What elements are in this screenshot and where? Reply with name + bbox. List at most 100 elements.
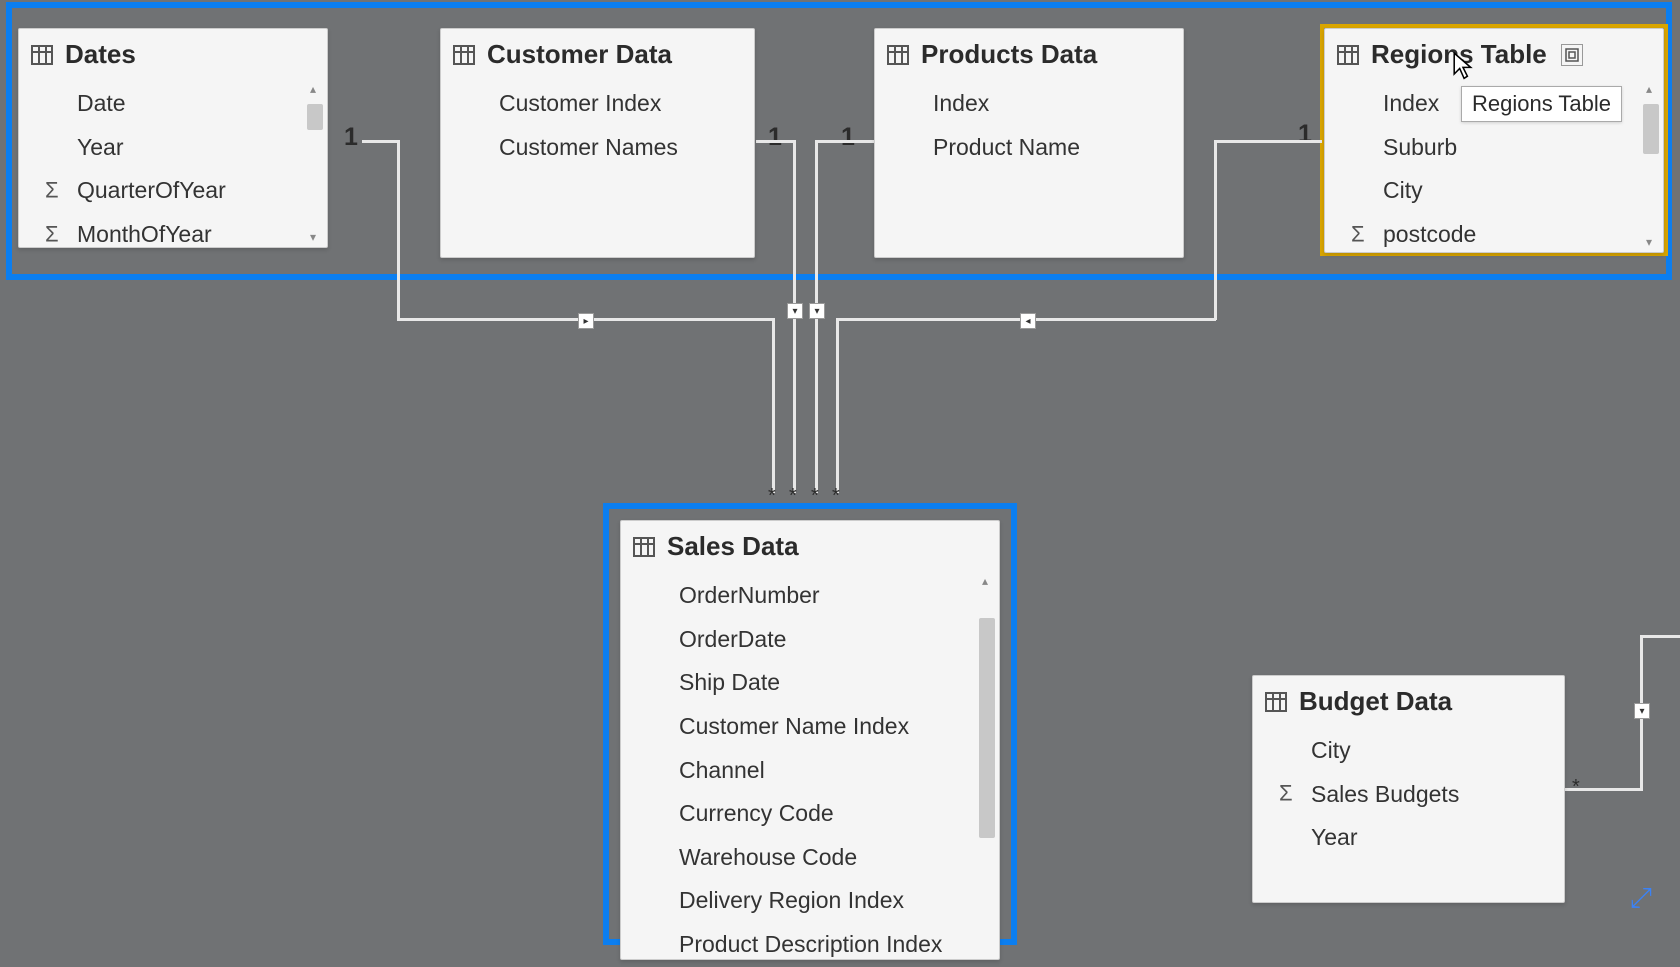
field-label: Date xyxy=(77,86,126,122)
table-icon xyxy=(887,45,909,65)
table-title: Customer Data xyxy=(487,39,672,70)
table-title: Budget Data xyxy=(1299,686,1452,717)
field-row[interactable]: OrderDate xyxy=(621,618,999,662)
field-label: Channel xyxy=(679,753,765,789)
table-header[interactable]: Regions Table xyxy=(1325,29,1663,78)
table-icon xyxy=(1337,45,1359,65)
field-label: Customer Names xyxy=(499,130,678,166)
field-row[interactable]: Date xyxy=(19,82,327,126)
table-icon xyxy=(453,45,475,65)
tooltip: Regions Table xyxy=(1461,86,1622,122)
field-row[interactable]: OrderNumber xyxy=(621,574,999,618)
field-label: postcode xyxy=(1383,217,1476,253)
table-products-data[interactable]: Products Data Index Product Name xyxy=(874,28,1184,258)
field-row[interactable]: Year xyxy=(1253,816,1564,860)
field-row[interactable]: Σ Sales Budgets xyxy=(1253,773,1564,817)
field-list: City Σ Sales Budgets Year xyxy=(1253,725,1564,870)
relationship-line xyxy=(397,140,400,320)
sigma-icon: Σ xyxy=(45,173,59,207)
field-label: Index xyxy=(1383,86,1439,122)
cardinality-many: * xyxy=(811,486,819,506)
field-row[interactable]: Product Name xyxy=(875,126,1183,170)
field-label: Delivery Region Index xyxy=(679,883,904,919)
field-label: Currency Code xyxy=(679,796,834,832)
field-row[interactable]: Index xyxy=(875,82,1183,126)
field-label: City xyxy=(1311,733,1351,769)
expand-button[interactable] xyxy=(1561,44,1583,66)
field-row[interactable]: Delivery Region Index xyxy=(621,879,999,923)
table-title: Sales Data xyxy=(667,531,799,562)
sigma-icon: Σ xyxy=(1351,217,1365,251)
relationship-line xyxy=(1640,635,1680,638)
cardinality-one: 1 xyxy=(841,123,855,152)
table-header[interactable]: Products Data xyxy=(875,29,1183,78)
table-header[interactable]: Sales Data xyxy=(621,521,999,570)
cardinality-many: * xyxy=(1572,777,1580,797)
field-list: Customer Index Customer Names xyxy=(441,78,754,179)
cardinality-one: 1 xyxy=(1298,120,1312,149)
cardinality-many: * xyxy=(832,486,840,506)
table-header[interactable]: Dates xyxy=(19,29,327,78)
table-header[interactable]: Budget Data xyxy=(1253,676,1564,725)
field-row[interactable]: Customer Index xyxy=(441,82,754,126)
field-row[interactable]: Σ QuarterOfYear xyxy=(19,169,327,213)
field-row[interactable]: Currency Code xyxy=(621,792,999,836)
cardinality-one: 1 xyxy=(344,123,358,152)
field-row[interactable]: Σpostcode xyxy=(1325,213,1663,257)
relationship-line xyxy=(1214,140,1322,143)
field-row[interactable]: City xyxy=(1253,729,1564,773)
cursor-icon xyxy=(1452,52,1474,80)
field-row[interactable]: Customer Names xyxy=(441,126,754,170)
cardinality-one: 1 xyxy=(768,123,782,152)
table-header[interactable]: Customer Data xyxy=(441,29,754,78)
sigma-icon: Σ xyxy=(45,217,59,251)
field-row[interactable]: Ship Date xyxy=(621,661,999,705)
field-label: Year xyxy=(1311,820,1357,856)
field-label: Sales Budgets xyxy=(1311,777,1459,813)
field-label: Ship Date xyxy=(679,665,780,701)
relationship-line xyxy=(362,140,400,143)
table-title: Products Data xyxy=(921,39,1097,70)
table-customer-data[interactable]: Customer Data Customer Index Customer Na… xyxy=(440,28,755,258)
field-label: MonthOfYear xyxy=(77,217,212,253)
cardinality-many: * xyxy=(768,486,776,506)
table-title: Dates xyxy=(65,39,136,70)
field-label: Year xyxy=(77,130,123,166)
table-sales-data[interactable]: Sales Data ▴ OrderNumber OrderDate Ship … xyxy=(620,520,1000,960)
relationship-line xyxy=(1214,140,1217,320)
relationship-line xyxy=(818,140,874,143)
table-dates[interactable]: Dates ▴ ▾ Date Year ΣQuarterOfYear ΣMont… xyxy=(18,28,328,248)
table-icon xyxy=(1265,692,1287,712)
cardinality-many: * xyxy=(789,486,797,506)
fit-to-screen-icon[interactable]: ⤢ xyxy=(1630,882,1652,915)
field-row[interactable]: Σ MonthOfYear xyxy=(19,213,327,257)
field-row[interactable]: Year xyxy=(19,126,327,170)
field-label: Suburb xyxy=(1383,130,1457,166)
sigma-icon: Σ xyxy=(1279,777,1293,811)
table-budget-data[interactable]: Budget Data City Σ Sales Budgets Year xyxy=(1252,675,1565,903)
field-label: QuarterOfYear xyxy=(77,173,226,209)
field-list: Index Product Name xyxy=(875,78,1183,179)
relationship-direction: ▾ xyxy=(787,303,803,319)
relationship-direction: ▾ xyxy=(1634,703,1650,719)
field-label: Customer Name Index xyxy=(679,709,909,745)
field-label: Warehouse Code xyxy=(679,840,857,876)
field-row[interactable]: Warehouse Code xyxy=(621,836,999,880)
field-row[interactable]: Channel xyxy=(621,749,999,793)
table-regions[interactable]: Regions Table ▴ ▾ Index Suburb City Σpos… xyxy=(1324,28,1664,253)
table-icon xyxy=(633,537,655,557)
relationship-line xyxy=(836,318,839,493)
field-row[interactable]: City xyxy=(1325,169,1663,213)
field-row[interactable]: Suburb xyxy=(1325,126,1663,170)
field-label: OrderNumber xyxy=(679,578,820,614)
relationship-direction: ▸ xyxy=(578,313,594,329)
field-row[interactable]: Customer Name Index xyxy=(621,705,999,749)
field-label: OrderDate xyxy=(679,622,786,658)
relationship-line xyxy=(756,140,796,143)
field-list: ▴ OrderNumber OrderDate Ship Date Custom… xyxy=(621,570,999,962)
field-label: City xyxy=(1383,173,1423,209)
relationship-direction: ▾ xyxy=(809,303,825,319)
field-label: Product Name xyxy=(933,130,1080,166)
relationship-direction: ◂ xyxy=(1020,313,1036,329)
field-label: Index xyxy=(933,86,989,122)
